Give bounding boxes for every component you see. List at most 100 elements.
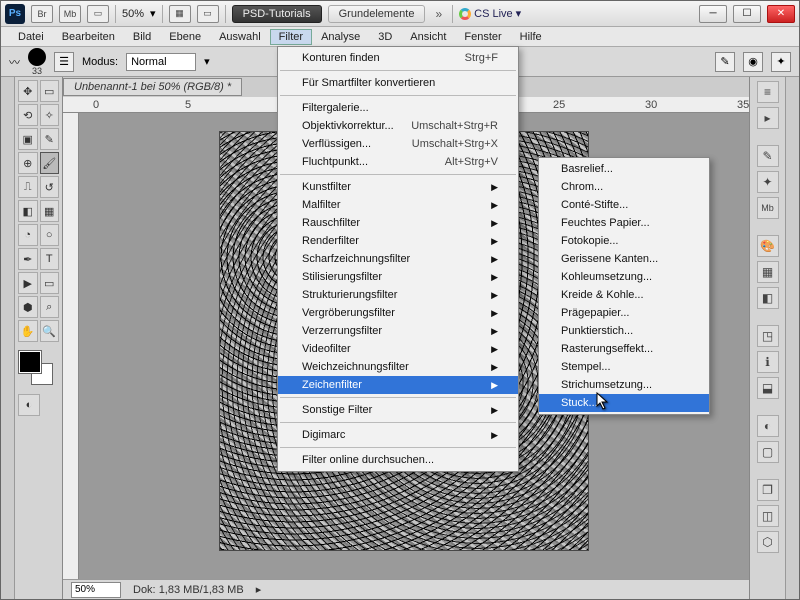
menu-bearbeiten[interactable]: Bearbeiten <box>53 29 124 45</box>
submenu-item-gerissene-kanten-[interactable]: Gerissene Kanten... <box>539 250 709 268</box>
menu-item-stilisierungsfilter[interactable]: Stilisierungsfilter▶ <box>278 268 518 286</box>
histogram-panel-icon[interactable]: ⬓ <box>757 377 779 399</box>
quick-mask-toggle[interactable]: ◐ <box>18 394 40 416</box>
minibridge-panel-icon[interactable]: Mb <box>757 197 779 219</box>
lasso-tool[interactable]: ⟲ <box>18 104 38 126</box>
zoom-input[interactable] <box>71 582 121 598</box>
submenu-item-fotokopie-[interactable]: Fotokopie... <box>539 232 709 250</box>
cs-live-button[interactable]: CS Live▾ <box>459 7 521 20</box>
screen-mode-button[interactable]: ▭ <box>87 5 109 23</box>
eyedropper-tool[interactable]: ✎ <box>40 128 60 150</box>
actions-panel-icon[interactable]: ▸ <box>757 107 779 129</box>
submenu-item-feuchtes-papier-[interactable]: Feuchtes Papier... <box>539 214 709 232</box>
layers-panel-icon[interactable]: ❐ <box>757 479 779 501</box>
move-tool[interactable]: ✥ <box>18 80 38 102</box>
bridge-button[interactable]: Br <box>31 5 53 23</box>
submenu-item-punktierstich-[interactable]: Punktierstich... <box>539 322 709 340</box>
type-tool[interactable]: T <box>40 248 60 270</box>
menu-item-strukturierungsfilter[interactable]: Strukturierungsfilter▶ <box>278 286 518 304</box>
submenu-item-kreide-kohle-[interactable]: Kreide & Kohle... <box>539 286 709 304</box>
color-swatches[interactable] <box>17 349 57 389</box>
brushpresets-panel-icon[interactable]: ✦ <box>757 171 779 193</box>
pen-tool[interactable]: ✒ <box>18 248 38 270</box>
view-extras-button[interactable]: ▦ <box>169 5 191 23</box>
workspace-psd-tutorials[interactable]: PSD-Tutorials <box>232 5 322 23</box>
eraser-tool[interactable]: ◧ <box>18 200 38 222</box>
menu-item-rauschfilter[interactable]: Rauschfilter▶ <box>278 214 518 232</box>
styles-panel-icon[interactable]: ◧ <box>757 287 779 309</box>
menu-item-kunstfilter[interactable]: Kunstfilter▶ <box>278 178 518 196</box>
menu-filter[interactable]: Filter <box>270 29 312 45</box>
marquee-tool[interactable]: ▭ <box>40 80 60 102</box>
submenu-item-cont-stifte-[interactable]: Conté-Stifte... <box>539 196 709 214</box>
adjustments-panel-icon[interactable]: ◐ <box>757 415 779 437</box>
chevron-down-icon[interactable]: ▾ <box>150 7 156 20</box>
more-workspaces-icon[interactable]: » <box>431 7 446 21</box>
menu-item-zeichenfilter[interactable]: Zeichenfilter▶ <box>278 376 518 394</box>
masks-panel-icon[interactable]: ▢ <box>757 441 779 463</box>
brush-panel-toggle[interactable]: ☰ <box>54 52 74 72</box>
menu-item-vergr-berungsfilter[interactable]: Vergröberungsfilter▶ <box>278 304 518 322</box>
arrange-button[interactable]: ▭ <box>197 5 219 23</box>
chevron-right-icon[interactable]: ▸ <box>256 583 262 596</box>
submenu-item-basrelief-[interactable]: Basrelief... <box>539 160 709 178</box>
menu-item-malfilter[interactable]: Malfilter▶ <box>278 196 518 214</box>
info-panel-icon[interactable]: ℹ <box>757 351 779 373</box>
menu-datei[interactable]: Datei <box>9 29 53 45</box>
menu-item-verfl-ssigen-[interactable]: Verflüssigen...Umschalt+Strg+X <box>278 135 518 153</box>
blend-mode-select[interactable] <box>126 53 196 71</box>
menu-item-renderfilter[interactable]: Renderfilter▶ <box>278 232 518 250</box>
submenu-item-kohleumsetzung-[interactable]: Kohleumsetzung... <box>539 268 709 286</box>
crop-tool[interactable]: ▣ <box>18 128 38 150</box>
channels-panel-icon[interactable]: ◫ <box>757 505 779 527</box>
symmetry-toggle[interactable]: ✦ <box>771 52 791 72</box>
submenu-item-strichumsetzung-[interactable]: Strichumsetzung... <box>539 376 709 394</box>
right-dock-strip[interactable] <box>785 77 799 599</box>
left-dock-strip[interactable] <box>1 77 15 599</box>
submenu-item-chrom-[interactable]: Chrom... <box>539 178 709 196</box>
magic-wand-tool[interactable]: ✧ <box>40 104 60 126</box>
menu-ansicht[interactable]: Ansicht <box>401 29 455 45</box>
menu-item-filter-online-durchsuchen-[interactable]: Filter online durchsuchen... <box>278 451 518 469</box>
healing-brush-tool[interactable]: ⊕ <box>18 152 38 174</box>
tablet-pressure-toggle[interactable]: ◉ <box>743 52 763 72</box>
foreground-color-swatch[interactable] <box>19 351 41 373</box>
brush-panel-icon[interactable]: ✎ <box>757 145 779 167</box>
menu-item-filtergalerie-[interactable]: Filtergalerie... <box>278 99 518 117</box>
dodge-tool[interactable]: ○ <box>40 224 60 246</box>
menu-hilfe[interactable]: Hilfe <box>511 29 551 45</box>
submenu-item-stuck-[interactable]: Stuck... <box>539 394 709 412</box>
minimize-button[interactable]: ─ <box>699 5 727 23</box>
menu-auswahl[interactable]: Auswahl <box>210 29 270 45</box>
chevron-down-icon[interactable]: ▾ <box>204 55 210 68</box>
shape-tool[interactable]: ▭ <box>40 272 60 294</box>
navigator-panel-icon[interactable]: ◳ <box>757 325 779 347</box>
menu-item-videofilter[interactable]: Videofilter▶ <box>278 340 518 358</box>
menu-item-digimarc[interactable]: Digimarc▶ <box>278 426 518 444</box>
3d-tool[interactable]: ⬢ <box>18 296 38 318</box>
hand-tool[interactable]: ✋ <box>18 320 38 342</box>
color-panel-icon[interactable]: ▦ <box>757 261 779 283</box>
close-button[interactable]: ✕ <box>767 5 795 23</box>
menu-bild[interactable]: Bild <box>124 29 160 45</box>
blur-tool[interactable]: ◔ <box>18 224 38 246</box>
menu-item-scharfzeichnungsfilter[interactable]: Scharfzeichnungsfilter▶ <box>278 250 518 268</box>
submenu-item-stempel-[interactable]: Stempel... <box>539 358 709 376</box>
menu-item-sonstige-filter[interactable]: Sonstige Filter▶ <box>278 401 518 419</box>
camera-tool[interactable]: ⌕ <box>40 296 60 318</box>
minibridge-button[interactable]: Mb <box>59 5 81 23</box>
menu-fenster[interactable]: Fenster <box>455 29 510 45</box>
zoom-tool[interactable]: 🔍 <box>40 320 60 342</box>
paths-panel-icon[interactable]: ⬡ <box>757 531 779 553</box>
brush-preview-icon[interactable]: 〰 <box>9 54 20 70</box>
airbrush-toggle[interactable]: ✎ <box>715 52 735 72</box>
history-brush-tool[interactable]: ↺ <box>40 176 60 198</box>
menu-item-objektivkorrektur-[interactable]: Objektivkorrektur...Umschalt+Strg+R <box>278 117 518 135</box>
brush-size-preview-icon[interactable] <box>28 48 46 66</box>
path-select-tool[interactable]: ▶ <box>18 272 38 294</box>
clone-stamp-tool[interactable]: ⎍ <box>18 176 38 198</box>
maximize-button[interactable]: ☐ <box>733 5 761 23</box>
menu-item-weichzeichnungsfilter[interactable]: Weichzeichnungsfilter▶ <box>278 358 518 376</box>
menu-3d[interactable]: 3D <box>369 29 401 45</box>
workspace-grundelemente[interactable]: Grundelemente <box>328 5 426 23</box>
